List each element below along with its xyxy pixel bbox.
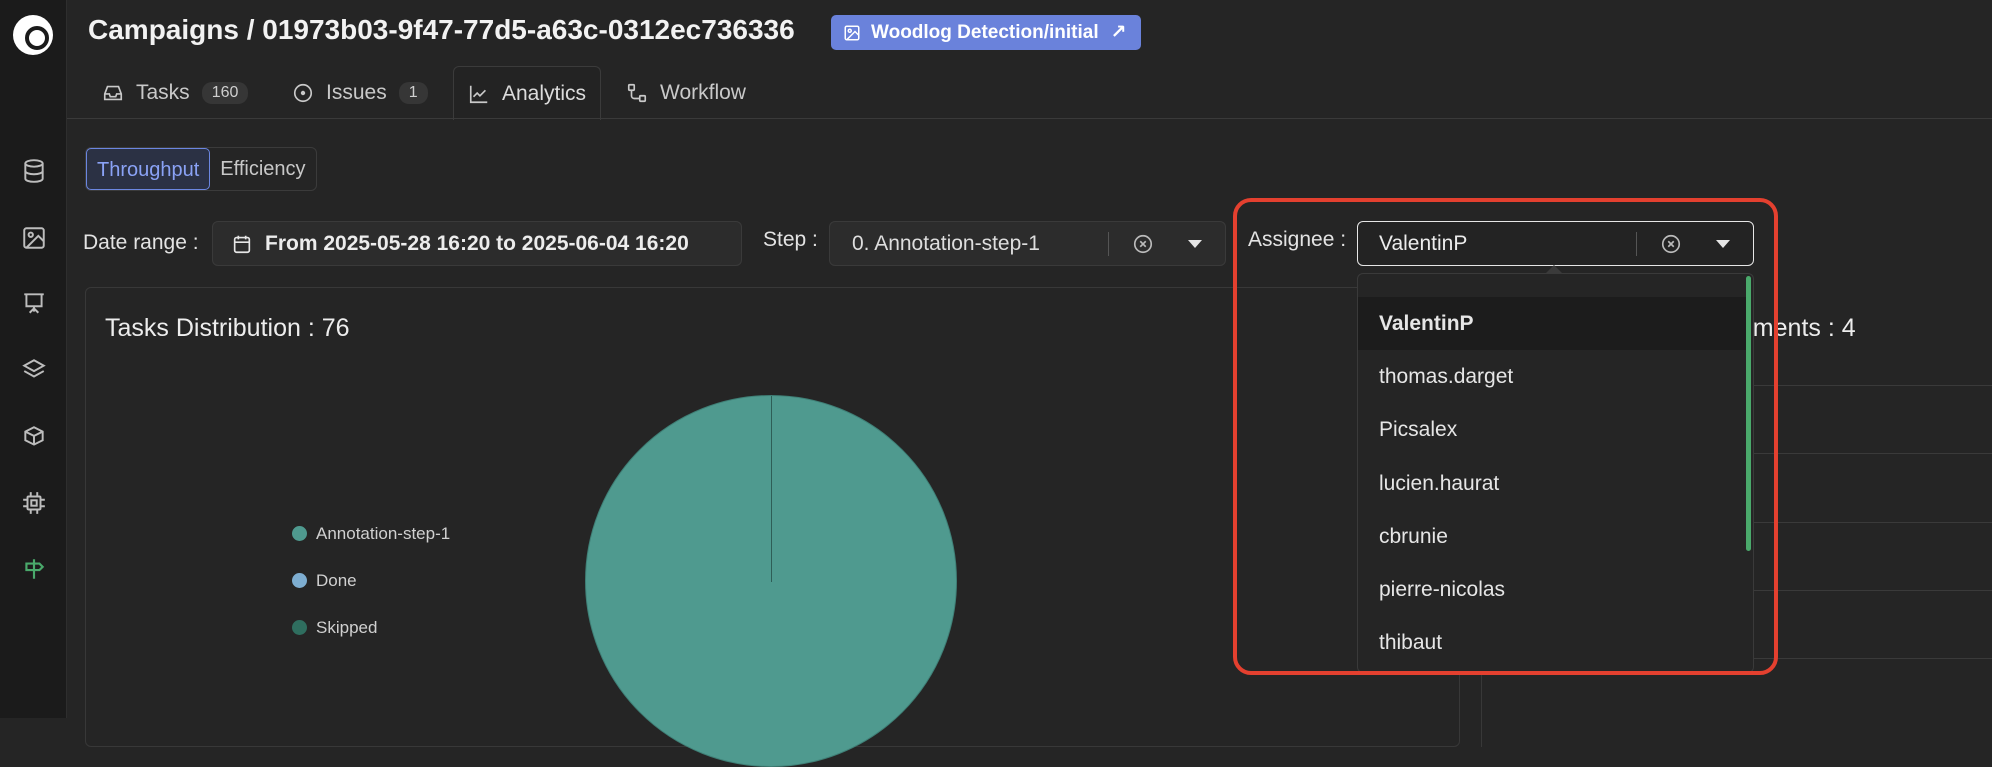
option-valentinp[interactable]: ValentinP bbox=[1358, 297, 1748, 350]
clear-icon[interactable] bbox=[1132, 233, 1154, 255]
metric-toggle: Throughput Efficiency bbox=[85, 147, 317, 191]
divider bbox=[1108, 232, 1109, 256]
tabs-divider bbox=[67, 118, 1992, 119]
layers-icon[interactable] bbox=[21, 357, 47, 383]
line-chart-icon bbox=[469, 85, 488, 103]
assignee-value: ValentinP bbox=[1379, 232, 1468, 255]
inbox-icon bbox=[103, 85, 123, 101]
chevron-down-icon[interactable] bbox=[1716, 240, 1730, 248]
signpost-icon[interactable] bbox=[21, 556, 47, 582]
tab-issues[interactable]: Issues 1 bbox=[278, 66, 442, 120]
option-thibaut[interactable]: thibaut bbox=[1358, 616, 1748, 669]
tab-label: Tasks bbox=[136, 81, 190, 104]
alert-circle-icon bbox=[293, 83, 313, 103]
option-thomas-darget[interactable]: thomas.darget bbox=[1358, 350, 1748, 403]
option-picsalex[interactable]: Picsalex bbox=[1358, 403, 1748, 456]
image-icon[interactable] bbox=[21, 225, 47, 251]
date-range-picker[interactable]: From 2025-05-28 16:20 to 2025-06-04 16:2… bbox=[212, 221, 742, 266]
assignee-dropdown-menu: ValentinP thomas.darget Picsalex lucien.… bbox=[1357, 273, 1754, 673]
dataset-link-chip[interactable]: Woodlog Detection/initial ↗ bbox=[831, 15, 1141, 50]
external-link-icon: ↗ bbox=[1110, 22, 1127, 43]
count-badge: 1 bbox=[398, 82, 428, 104]
legend-dot bbox=[292, 573, 307, 588]
chevron-down-icon[interactable] bbox=[1188, 240, 1202, 248]
dropdown-scrollbar[interactable] bbox=[1746, 276, 1751, 551]
legend-item[interactable]: Annotation-step-1 bbox=[292, 524, 450, 544]
dataset-chip-label: Woodlog Detection/initial bbox=[871, 22, 1099, 43]
legend-label: Skipped bbox=[316, 618, 378, 637]
option-pierre-nicolas[interactable]: pierre-nicolas bbox=[1358, 563, 1748, 616]
option-cbrunie[interactable]: cbrunie bbox=[1358, 510, 1748, 563]
legend-label: Done bbox=[316, 571, 357, 590]
workflow-icon bbox=[627, 83, 647, 103]
legend-item[interactable]: Done bbox=[292, 571, 357, 591]
image-icon bbox=[844, 25, 860, 41]
throughput-button[interactable]: Throughput bbox=[86, 148, 211, 190]
date-range-label: Date range : bbox=[83, 231, 199, 254]
legend-dot bbox=[292, 620, 307, 635]
tab-label: Issues bbox=[326, 81, 387, 104]
efficiency-button[interactable]: Efficiency bbox=[210, 148, 315, 190]
step-select[interactable]: 0. Annotation-step-1 bbox=[829, 221, 1226, 266]
database-icon[interactable] bbox=[21, 158, 47, 184]
cpu-icon[interactable] bbox=[21, 490, 47, 516]
date-range-value: From 2025-05-28 16:20 to 2025-06-04 16:2… bbox=[265, 232, 689, 255]
left-rail bbox=[0, 0, 67, 718]
presentation-icon[interactable] bbox=[21, 290, 47, 316]
assignee-select[interactable]: ValentinP bbox=[1357, 221, 1754, 266]
option-lucien-haurat[interactable]: lucien.haurat bbox=[1358, 457, 1748, 510]
app-logo[interactable] bbox=[13, 15, 53, 55]
tab-label: Analytics bbox=[502, 81, 587, 105]
calendar-icon bbox=[233, 235, 251, 254]
box-export-icon[interactable] bbox=[21, 424, 47, 450]
divider bbox=[1636, 232, 1637, 256]
legend-dot bbox=[292, 526, 307, 541]
tab-analytics[interactable]: Analytics bbox=[453, 66, 602, 120]
page-title: Campaigns / 01973b03-9f47-77d5-a63c-0312… bbox=[88, 14, 795, 45]
step-label: Step : bbox=[763, 228, 818, 251]
pie-chart[interactable] bbox=[585, 395, 957, 767]
legend-item[interactable]: Skipped bbox=[292, 618, 377, 638]
tab-workflow[interactable]: Workflow bbox=[612, 66, 760, 120]
tab-tasks[interactable]: Tasks 160 bbox=[88, 66, 262, 120]
assignee-label: Assignee : bbox=[1248, 228, 1347, 251]
pie-slice-edge bbox=[771, 396, 772, 582]
tasks-distribution-title: Tasks Distribution : 76 bbox=[105, 314, 350, 342]
clear-icon[interactable] bbox=[1660, 233, 1682, 255]
tab-label: Workflow bbox=[660, 81, 746, 104]
count-badge: 160 bbox=[201, 82, 249, 104]
step-value: 0. Annotation-step-1 bbox=[852, 232, 1040, 255]
legend-label: Annotation-step-1 bbox=[316, 524, 451, 543]
